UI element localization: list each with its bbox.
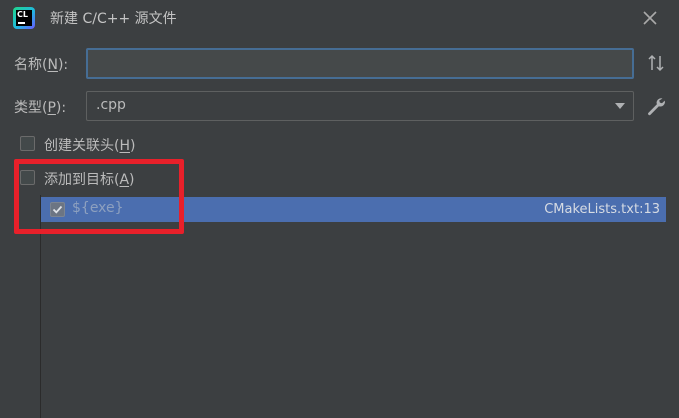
target-row-location: CMakeLists.txt:13 (544, 202, 660, 217)
name-input[interactable] (86, 48, 634, 79)
create-header-label[interactable]: 创建关联头(H) (44, 135, 135, 155)
create-header-checkbox[interactable] (20, 136, 35, 151)
dropdown-arrow-icon (615, 103, 625, 109)
clion-logo-text: CL (17, 10, 28, 19)
close-icon (643, 11, 657, 25)
close-button[interactable] (641, 9, 659, 27)
edit-templates-button[interactable] (645, 95, 667, 117)
type-select-value: .cpp (96, 97, 126, 113)
sort-button[interactable] (645, 52, 667, 74)
highlight-annotation (14, 159, 184, 234)
name-label: 名称(N): (14, 57, 69, 73)
wrench-icon (648, 98, 665, 116)
dialog-title: 新建 C/C++ 源文件 (50, 11, 177, 27)
clion-logo-icon: CL (13, 7, 35, 29)
type-select[interactable]: .cpp (86, 91, 634, 121)
type-label: 类型(P): (14, 100, 67, 116)
sort-arrows-icon (648, 54, 664, 72)
